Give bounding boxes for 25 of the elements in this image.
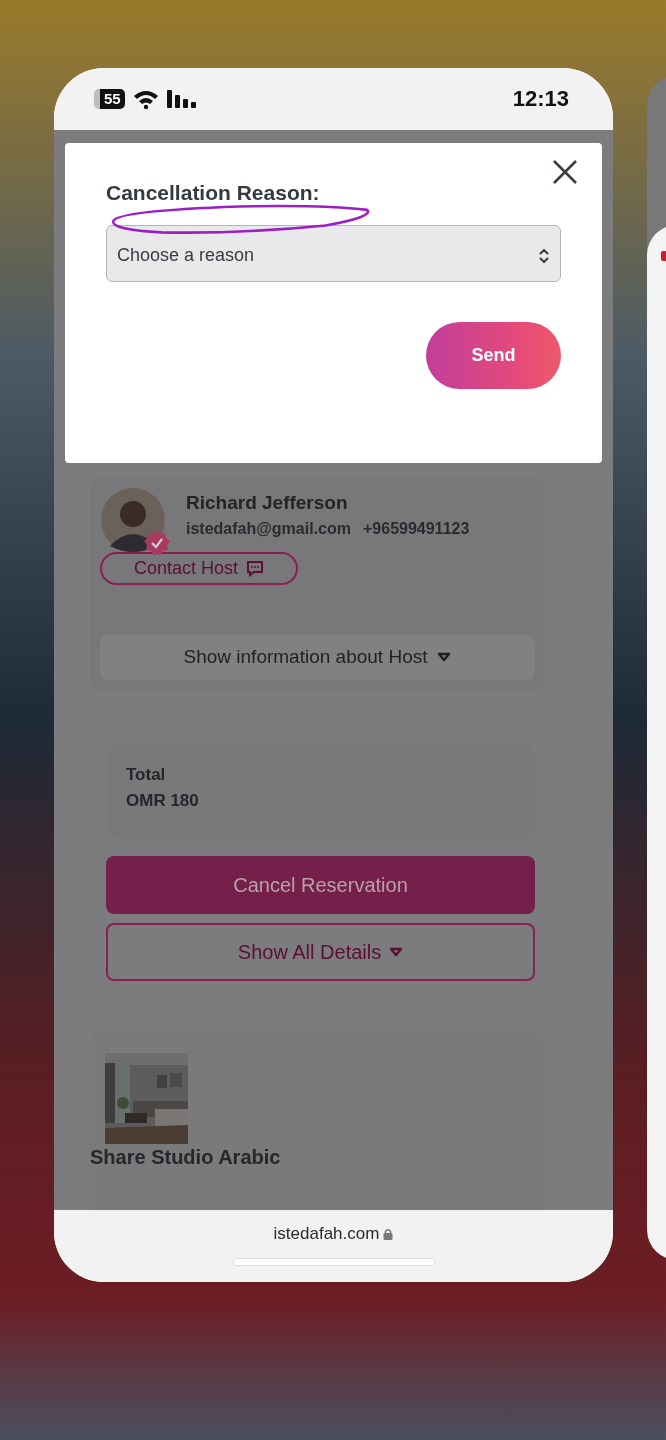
- caret-icon: [437, 652, 452, 663]
- total-label: Total: [126, 765, 167, 785]
- host-email: istedafah@gmail.com: [186, 520, 351, 538]
- battery-level: 55: [94, 89, 125, 109]
- chevron-updown-icon: [538, 248, 550, 264]
- avatar: [100, 488, 166, 552]
- contact-host-button[interactable]: Contact Host: [100, 552, 298, 585]
- cancel-reservation-button[interactable]: Cancel Reservation: [106, 856, 535, 914]
- host-info-button[interactable]: Show information about Host: [100, 634, 535, 680]
- host-phone: +96599491123: [363, 520, 470, 538]
- send-button[interactable]: Send: [426, 322, 561, 389]
- host-name: Richard Jefferson: [186, 492, 349, 514]
- total-amount: OMR 180: [126, 791, 200, 811]
- close-icon[interactable]: [552, 159, 578, 185]
- reason-select[interactable]: Choose a reason: [106, 225, 561, 282]
- listing-title: Share Studio Arabic: [90, 1146, 282, 1169]
- dialog-title: Cancellation Reason:: [106, 181, 321, 205]
- show-details-button[interactable]: Show All Details: [106, 923, 535, 981]
- caret-icon: [389, 947, 404, 957]
- chat-icon: [246, 559, 264, 577]
- app-logo-icon: [661, 251, 666, 261]
- wifi-icon: [132, 89, 159, 109]
- signal-icon: [166, 90, 197, 108]
- clock-time: 12:13: [512, 86, 569, 112]
- url-text[interactable]: istedafah.com: [273, 1224, 380, 1244]
